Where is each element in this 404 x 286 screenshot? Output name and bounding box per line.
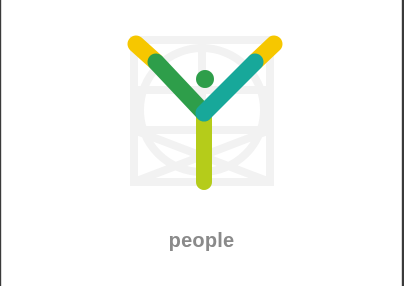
head-dot (196, 70, 214, 88)
people-y-figure-icon (127, 35, 283, 190)
tile-caption: people (168, 230, 235, 252)
people-tile[interactable]: people (1, 0, 402, 286)
